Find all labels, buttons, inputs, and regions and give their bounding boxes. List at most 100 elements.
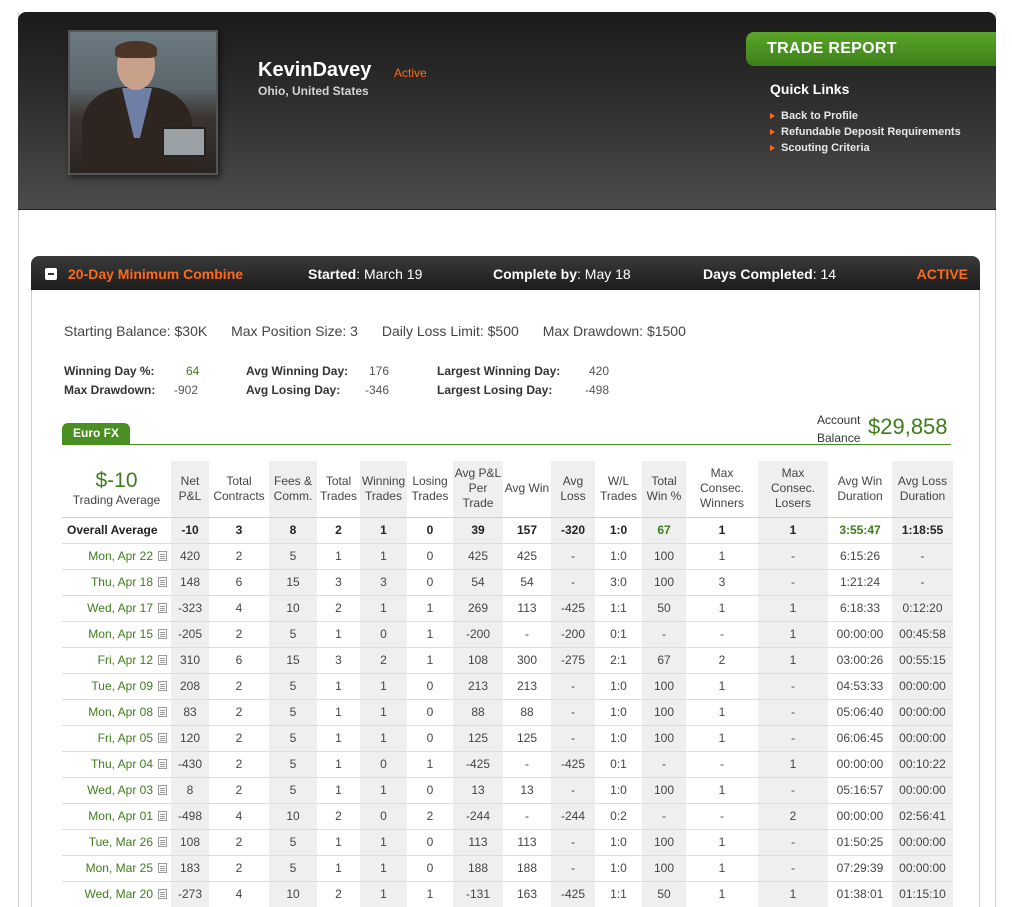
document-icon[interactable] <box>158 681 167 691</box>
table-cell: 1 <box>360 672 407 699</box>
trade-date-link[interactable]: Mon, Apr 01 <box>62 802 171 829</box>
column-header: Winning Trades <box>361 473 406 503</box>
trade-report-tab[interactable]: TRADE REPORT <box>746 32 996 66</box>
table-cell: 3:55:47 <box>828 516 892 543</box>
table-cell: 00:00:00 <box>892 828 953 855</box>
table-cell: 125 <box>503 724 551 751</box>
document-icon[interactable] <box>158 889 167 900</box>
trade-date-link[interactable]: Fri, Apr 12 <box>62 646 171 673</box>
table-cell: 5 <box>269 750 317 777</box>
document-icon[interactable] <box>158 603 167 613</box>
table-cell: -425 <box>453 750 503 777</box>
document-icon[interactable] <box>158 629 167 639</box>
stat-winning-day-pct: Winning Day %: 64 <box>64 364 200 378</box>
table-row: Tue, Mar 26 108 2 5 1 1 0 113 113-1:0 100 1-01:50:… <box>62 828 953 855</box>
table-cell: 3 <box>686 568 758 595</box>
quick-link-refundable-deposit[interactable]: Refundable Deposit Requirements <box>770 124 961 140</box>
table-cell: - <box>551 698 595 725</box>
trade-date[interactable]: Tue, Apr 09 <box>91 679 153 693</box>
trade-date-link[interactable]: Mon, Apr 08 <box>62 698 171 725</box>
table-row: Mon, Apr 08 83 2 5 1 1 0 88 88-1:0 100 1-05:06:40 0… <box>62 698 953 725</box>
document-icon[interactable] <box>158 759 167 769</box>
trade-date-link[interactable]: Fri, Apr 05 <box>62 724 171 751</box>
trade-date[interactable]: Fri, Apr 12 <box>98 653 153 667</box>
table-cell: - <box>892 542 953 569</box>
trade-date[interactable]: Mon, Apr 15 <box>88 627 153 641</box>
avatar <box>68 30 218 175</box>
trade-date-link[interactable]: Tue, Apr 09 <box>62 672 171 699</box>
table-cell: 2 <box>360 646 407 673</box>
table-cell: 2 <box>317 516 360 543</box>
table-cell: -430 <box>171 750 209 777</box>
table-cell: 2 <box>209 672 269 699</box>
table-cell: 1 <box>407 750 453 777</box>
table-cell: - <box>642 750 686 777</box>
trade-date-link[interactable]: Wed, Apr 03 <box>62 776 171 803</box>
table-row: Wed, Apr 03 8 2 5 1 1 0 13 13-1:0 100 1-05:16:57 00… <box>62 776 953 803</box>
table-cell: 1 <box>686 724 758 751</box>
collapse-icon[interactable] <box>45 268 57 280</box>
table-cell: 1 <box>686 828 758 855</box>
document-icon[interactable] <box>158 837 167 847</box>
trade-date-link[interactable]: Mon, Apr 22 <box>62 542 171 569</box>
trade-date[interactable]: Tue, Mar 26 <box>89 835 153 849</box>
document-icon[interactable] <box>158 707 167 717</box>
quick-link-back-to-profile[interactable]: Back to Profile <box>770 108 961 124</box>
table-cell: 5 <box>269 620 317 647</box>
trade-date[interactable]: Wed, Apr 17 <box>87 601 153 615</box>
trade-date[interactable]: Thu, Apr 04 <box>91 757 153 771</box>
document-icon[interactable] <box>158 785 167 795</box>
table-cell: 04:53:33 <box>828 672 892 699</box>
trade-date-link[interactable]: Wed, Apr 17 <box>62 594 171 621</box>
document-icon[interactable] <box>158 551 167 561</box>
trade-date-link[interactable]: Tue, Mar 26 <box>62 828 171 855</box>
trade-date-link[interactable]: Thu, Apr 18 <box>62 568 171 595</box>
table-cell: 54 <box>503 568 551 595</box>
tab-euro-fx[interactable]: Euro FX <box>62 423 130 444</box>
trade-date[interactable]: Thu, Apr 18 <box>91 575 153 589</box>
trade-date-link[interactable]: Mon, Mar 25 <box>62 854 171 881</box>
trade-date[interactable]: Mon, Apr 08 <box>88 705 153 719</box>
table-cell: 2 <box>317 802 360 829</box>
table-cell: 1 <box>360 724 407 751</box>
trading-average-summary: $-10 Trading Average <box>72 469 161 508</box>
combine-started: Started: March 19 <box>308 266 423 282</box>
table-row: Fri, Apr 12 310 6 15 3 2 1 108 300 -275 2:1 67 2 1 03:… <box>62 646 953 673</box>
trade-date-link[interactable]: Thu, Apr 04 <box>62 750 171 777</box>
arrow-right-icon <box>770 129 775 135</box>
table-cell: 6 <box>209 568 269 595</box>
column-header: Avg Win <box>504 481 550 496</box>
combine-title: 20-Day Minimum Combine <box>68 266 244 282</box>
trade-date[interactable]: Mon, Apr 22 <box>88 549 153 563</box>
document-icon[interactable] <box>158 811 167 821</box>
trade-date-link[interactable]: Wed, Mar 20 <box>62 880 171 907</box>
trade-date[interactable]: Fri, Apr 05 <box>98 731 153 745</box>
trade-date-link[interactable]: Mon, Apr 15 <box>62 620 171 647</box>
trade-date[interactable]: Wed, Apr 03 <box>87 783 153 797</box>
quick-link-scouting-criteria[interactable]: Scouting Criteria <box>770 140 961 156</box>
table-cell: 100 <box>642 724 686 751</box>
table-cell: - <box>758 776 828 803</box>
table-cell: 1 <box>360 698 407 725</box>
table-cell: 213 <box>453 672 503 699</box>
table-cell: 03:00:26 <box>828 646 892 673</box>
table-cell: 00:00:00 <box>892 698 953 725</box>
document-icon[interactable] <box>158 655 167 665</box>
trade-date[interactable]: Mon, Mar 25 <box>86 861 153 875</box>
table-cell: 113 <box>503 828 551 855</box>
table-cell: 00:00:00 <box>828 802 892 829</box>
table-cell: 00:00:00 <box>892 724 953 751</box>
table-cell: 6 <box>209 646 269 673</box>
table-cell: 1 <box>758 750 828 777</box>
table-cell: 0 <box>360 802 407 829</box>
table-row: Wed, Mar 20 -273 4 10 2 1 1 -131 163 -425 1:1 50 1 1 0… <box>62 880 953 907</box>
table-cell: 5 <box>269 672 317 699</box>
table-cell: 0 <box>407 568 453 595</box>
document-icon[interactable] <box>158 863 167 873</box>
document-icon[interactable] <box>158 577 167 587</box>
document-icon[interactable] <box>158 733 167 743</box>
column-header: Avg P&L Per Trade <box>454 466 502 511</box>
rule-starting-balance: Starting Balance: $30K <box>64 323 208 339</box>
trade-date[interactable]: Mon, Apr 01 <box>88 809 153 823</box>
trade-date[interactable]: Wed, Mar 20 <box>85 887 153 901</box>
